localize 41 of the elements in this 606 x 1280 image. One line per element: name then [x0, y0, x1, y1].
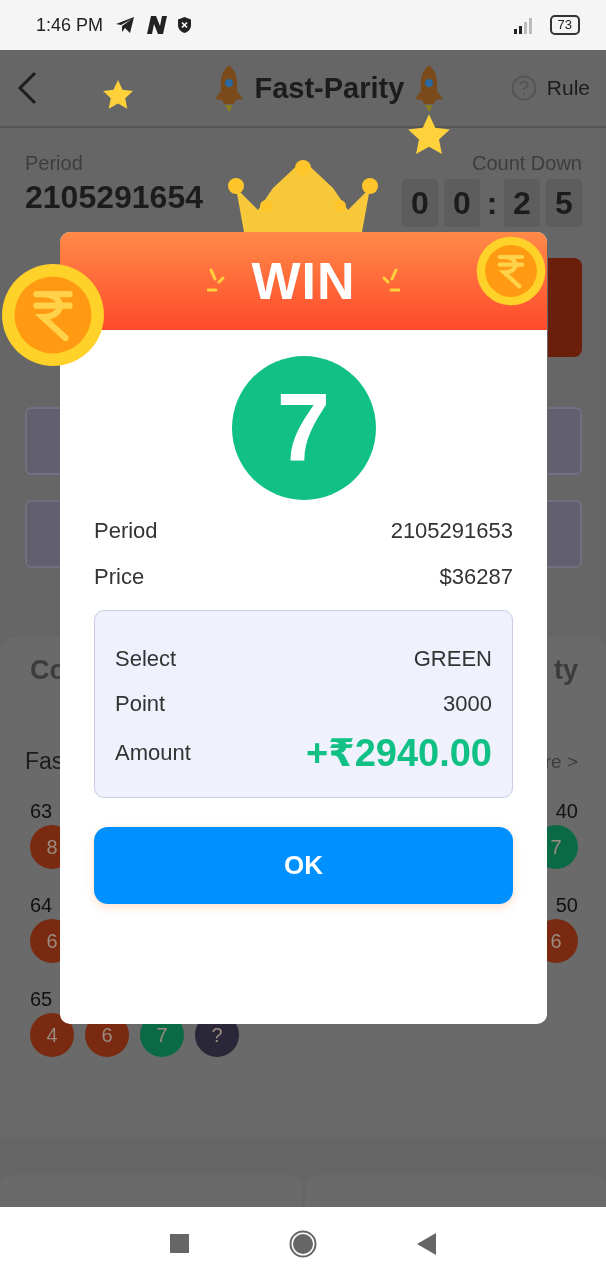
home-nav-icon[interactable] [289, 1229, 317, 1258]
countdown-digit: 0 [402, 179, 438, 227]
result-number: 7 [231, 356, 376, 500]
result-ball: 4 [30, 1013, 74, 1057]
record-period: 50 [555, 893, 578, 917]
win-amount: +₹2940.00 [306, 731, 492, 775]
info-value: 2105291653 [390, 518, 513, 544]
bet-label: Select [115, 646, 177, 672]
info-label: Price [94, 564, 145, 590]
countdown-digit: 5 [546, 179, 582, 227]
rupee-coin-icon [476, 236, 546, 306]
sparkle-icon [207, 268, 226, 294]
ok-button[interactable]: OK [94, 827, 513, 904]
win-title: WIN [251, 251, 356, 311]
period-number: 2105291654 [25, 179, 203, 216]
square-nav-icon[interactable] [170, 1234, 189, 1253]
back-chevron-icon[interactable] [16, 71, 38, 105]
page-title: Fast-Parity [254, 71, 405, 105]
info-label: Period [94, 518, 158, 544]
bet-value: 3000 [443, 691, 492, 717]
bet-button[interactable] [548, 258, 582, 357]
record-period: 40 [555, 799, 578, 823]
info-value: $36287 [439, 564, 513, 590]
countdown-digit: 0 [444, 179, 480, 227]
sparkle-icon [381, 268, 400, 294]
bet-label: Point [115, 691, 166, 717]
rupee-coin-icon [1, 263, 105, 367]
record-period: 64 [30, 893, 53, 917]
rule-link[interactable]: Rule [546, 76, 590, 100]
battery-indicator: 73 [549, 15, 580, 35]
status-time: 1:46 PM [36, 14, 104, 36]
paper-plane-icon [115, 16, 136, 34]
back-nav-icon[interactable] [417, 1232, 436, 1255]
record-period: 63 [30, 799, 53, 823]
shield-icon [177, 16, 193, 34]
bet-value: GREEN [413, 646, 492, 672]
countdown-separator: : [486, 183, 498, 223]
crown-icon [228, 158, 378, 232]
countdown-digit: 2 [504, 179, 540, 227]
record-period: 65 [30, 987, 53, 1011]
bet-label: Amount [115, 740, 191, 766]
